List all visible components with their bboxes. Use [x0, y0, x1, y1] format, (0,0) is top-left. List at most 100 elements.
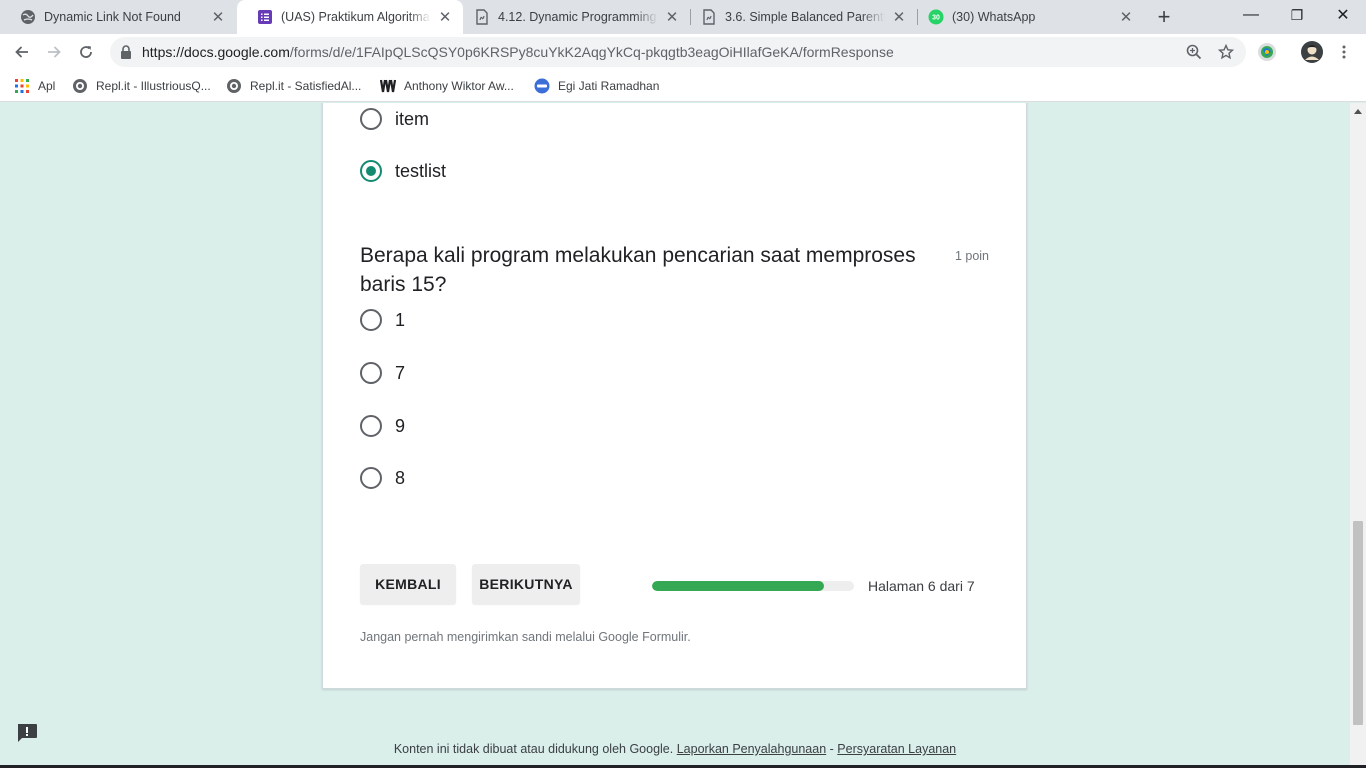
tab-uas-praktikum[interactable]: (UAS) Praktikum Algoritma & Struktur Dat… — [237, 0, 463, 34]
tab-title: Dynamic Link Not Found — [44, 10, 181, 24]
page-content: item testlist Berapa kali program melaku… — [0, 103, 1350, 768]
progress-label: Halaman 6 dari 7 — [868, 578, 975, 594]
close-icon[interactable]: ✕ — [891, 9, 907, 26]
form-card: item testlist Berapa kali program melaku… — [322, 103, 1027, 689]
option-label: 8 — [395, 467, 406, 488]
footer-separator: - — [829, 742, 834, 756]
reload-button[interactable] — [72, 38, 100, 66]
tab-balanced-parentheses[interactable]: 3.6. Simple Balanced Parentheses ✕ — [691, 0, 917, 34]
extension-icon — [1258, 43, 1276, 61]
footer-disclaimer: Konten ini tidak dibuat atau didukung ol… — [393, 742, 674, 756]
page-footer: Konten ini tidak dibuat atau didukung ol… — [0, 742, 1350, 756]
feedback-icon — [18, 724, 37, 742]
radio-button[interactable] — [360, 415, 382, 437]
bookmark-anthony[interactable]: Anthony Wiktor Aw... — [380, 76, 514, 96]
progress-bar-fill — [652, 581, 824, 591]
close-icon[interactable]: ✕ — [1118, 9, 1134, 26]
whatsapp-icon: 30 — [928, 9, 944, 25]
scroll-up-arrow-icon[interactable] — [1354, 109, 1362, 114]
page-scrollbar[interactable] — [1350, 103, 1366, 768]
close-icon[interactable]: ✕ — [210, 9, 226, 26]
url-path: /forms/d/e/1FAIpQLScQSY0p6KRSPy8cuYkK2Aq… — [289, 44, 894, 60]
forward-button[interactable] — [40, 38, 68, 66]
more-vert-icon — [1342, 45, 1346, 59]
option-item[interactable]: item — [360, 105, 429, 133]
document-icon — [474, 9, 490, 25]
tab-title: 4.12. Dynamic Programming — Problem Solv… — [498, 10, 658, 24]
bookmark-replit-satisfied[interactable]: Repl.it - SatisfiedAl... — [226, 76, 361, 96]
tab-dynamic-link[interactable]: Dynamic Link Not Found ✕ — [0, 0, 236, 34]
lock-icon — [120, 45, 132, 59]
radio-button[interactable] — [360, 309, 382, 331]
arrow-right-icon — [48, 46, 61, 58]
document-icon — [701, 9, 717, 25]
window-close-button[interactable]: ✕ — [1320, 0, 1366, 30]
whatsapp-badge: 30 — [932, 15, 940, 22]
back-form-button[interactable]: KEMBALI — [360, 564, 456, 604]
reload-icon — [80, 46, 92, 58]
password-notice: Jangan pernah mengirimkan sandi melalui … — [360, 630, 691, 644]
tab-dynamic-programming[interactable]: 4.12. Dynamic Programming — Problem Solv… — [464, 0, 690, 34]
browser-toolbar: https://docs.google.com/forms/d/e/1FAIpQ… — [0, 34, 1366, 70]
bookmark-label: Apl — [38, 79, 56, 93]
option-1[interactable]: 1 — [360, 306, 405, 334]
star-icon[interactable] — [1218, 37, 1234, 67]
option-label: item — [395, 108, 430, 129]
avatar-icon — [1301, 41, 1323, 63]
feedback-button[interactable] — [15, 722, 39, 744]
bookmark-label: Repl.it - IllustriousQ... — [96, 79, 211, 93]
option-label: testlist — [395, 160, 447, 181]
address-bar[interactable]: https://docs.google.com/forms/d/e/1FAIpQ… — [110, 37, 1246, 67]
terms-link[interactable]: Persyaratan Layanan — [837, 742, 956, 756]
radio-button[interactable] — [360, 362, 382, 384]
progress-bar — [652, 581, 854, 591]
extension-button[interactable] — [1253, 38, 1281, 66]
bookmark-apps[interactable]: Apl — [14, 76, 55, 96]
tab-whatsapp[interactable]: 30 (30) WhatsApp ✕ — [918, 0, 1144, 34]
radio-dot — [366, 166, 376, 176]
site-logo-icon — [380, 78, 396, 94]
profile-site-icon — [534, 78, 550, 94]
option-8[interactable]: 8 — [360, 464, 405, 492]
bookmark-label: Anthony Wiktor Aw... — [404, 79, 514, 93]
url-host: https://docs.google.com — [142, 44, 290, 60]
bookmark-label: Egi Jati Ramadhan — [558, 79, 660, 93]
new-tab-button[interactable]: + — [1150, 4, 1178, 30]
option-7[interactable]: 7 — [360, 359, 405, 387]
tab-strip: Dynamic Link Not Found ✕ (UAS) Praktikum… — [0, 0, 1366, 34]
apps-grid-icon — [14, 78, 30, 94]
tab-title: (30) WhatsApp — [952, 10, 1036, 24]
bookmark-label: Repl.it - SatisfiedAl... — [250, 79, 362, 93]
back-button[interactable] — [8, 38, 36, 66]
tab-title: 3.6. Simple Balanced Parentheses — [725, 10, 885, 24]
option-label: 7 — [395, 362, 406, 383]
question-points: 1 poin — [954, 249, 989, 263]
zoom-icon[interactable] — [1186, 37, 1202, 67]
next-form-button[interactable]: BERIKUTNYA — [472, 564, 580, 604]
option-testlist[interactable]: testlist — [360, 157, 446, 185]
radio-button[interactable] — [360, 467, 382, 489]
option-9[interactable]: 9 — [360, 412, 405, 440]
close-icon[interactable]: ✕ — [664, 9, 680, 26]
restore-button[interactable]: ❐ — [1274, 0, 1320, 30]
option-label: 9 — [395, 415, 406, 436]
bookmark-egi[interactable]: Egi Jati Ramadhan — [534, 76, 659, 96]
scroll-thumb[interactable] — [1353, 521, 1363, 725]
bookmark-replit-illustrious[interactable]: Repl.it - IllustriousQ... — [72, 76, 211, 96]
radio-button[interactable] — [360, 108, 382, 130]
globe-icon — [20, 9, 36, 25]
option-label: 1 — [395, 309, 406, 330]
profile-avatar[interactable] — [1298, 38, 1326, 66]
close-icon[interactable]: ✕ — [437, 9, 453, 26]
report-abuse-link[interactable]: Laporkan Penyalahgunaan — [677, 742, 826, 756]
browser-menu-button[interactable] — [1330, 38, 1358, 66]
question-title: Berapa kali program melakukan pencarian … — [360, 244, 916, 296]
arrow-left-icon — [15, 46, 28, 58]
replit-icon — [72, 78, 88, 94]
google-forms-icon — [257, 9, 273, 25]
tab-title: (UAS) Praktikum Algoritma & Struktur Dat… — [281, 10, 431, 24]
bookmarks-bar: Apl Repl.it - IllustriousQ... Repl.it - … — [0, 70, 1366, 102]
minimize-button[interactable]: — — [1228, 0, 1274, 30]
radio-button-selected[interactable] — [360, 160, 382, 182]
replit-icon — [226, 78, 242, 94]
